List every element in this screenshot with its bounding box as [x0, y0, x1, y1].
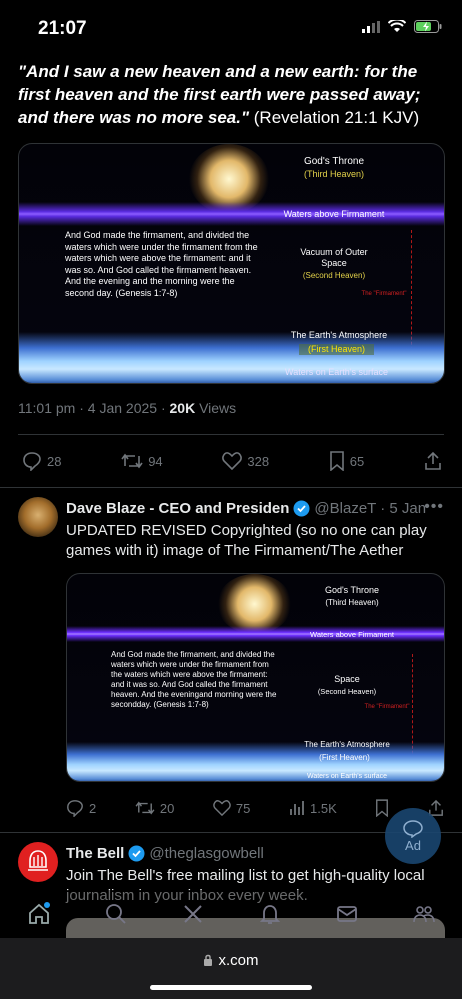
- repost-icon: [121, 453, 143, 469]
- url-text: x.com: [218, 952, 259, 969]
- firmament-image[interactable]: God's Throne (Third Heaven) Waters above…: [18, 143, 445, 384]
- reply-icon: [67, 800, 83, 817]
- the-firmament-label: The "Firmament": [364, 704, 410, 710]
- waters-surface-label: Waters on Earth's surface: [285, 367, 388, 377]
- author-handle[interactable]: @theglasgowbell: [149, 845, 263, 862]
- quote-reference: (Revelation 21:1 KJV): [253, 108, 420, 127]
- wifi-icon: [388, 20, 406, 32]
- share-button[interactable]: [424, 451, 442, 471]
- divider: [0, 487, 462, 488]
- grok-icon[interactable]: [181, 902, 205, 926]
- bell-logo-icon: [28, 850, 48, 871]
- reply-button[interactable]: 28: [22, 451, 61, 471]
- third-heaven-label: (Third Heaven): [325, 598, 379, 607]
- waters-above-label: Waters above Firmament: [283, 209, 385, 219]
- atmosphere-label: The Earth's Atmosphere: [304, 740, 390, 749]
- url-display[interactable]: x.com: [0, 952, 462, 969]
- reply-icon: [23, 452, 41, 471]
- tweet-quote-text: "And I saw a new heaven and a new earth:…: [18, 60, 448, 129]
- divider: [18, 434, 444, 435]
- status-time: 21:07: [38, 18, 87, 39]
- bookmark-icon: [329, 451, 344, 471]
- like-button[interactable]: 75: [213, 800, 250, 816]
- browser-url-bar[interactable]: x.com: [0, 938, 462, 999]
- throne-glow: [217, 574, 292, 634]
- chat-bubble-icon: [403, 819, 423, 838]
- verified-badge-icon: [128, 845, 145, 862]
- status-icons: [362, 20, 442, 33]
- tweet-header: The Bell @theglasgowbell: [66, 845, 264, 862]
- waters-above-label: Waters above Firmament: [310, 630, 394, 639]
- ad-bubble[interactable]: Ad: [385, 808, 441, 864]
- bookmark-count: 65: [349, 453, 365, 469]
- verified-badge-icon: [293, 500, 310, 517]
- repost-count: 94: [148, 453, 163, 469]
- like-button[interactable]: 328: [222, 452, 269, 470]
- tweet-actions: 2 20 75 1.5K: [66, 799, 444, 817]
- author-name[interactable]: The Bell: [66, 845, 124, 862]
- bookmark-button[interactable]: 65: [329, 451, 364, 471]
- bookmark-icon: [376, 799, 389, 817]
- messages-icon[interactable]: [335, 902, 359, 926]
- repost-button[interactable]: 20: [135, 800, 174, 816]
- notifications-icon[interactable]: [258, 902, 282, 926]
- heart-icon: [222, 452, 243, 470]
- like-count: 75: [235, 800, 251, 816]
- first-heaven-label: (First Heaven): [299, 344, 374, 355]
- views-button[interactable]: 1.5K: [289, 800, 337, 816]
- cellular-signal-icon: [362, 20, 380, 33]
- share-icon: [425, 451, 441, 470]
- repost-icon: [135, 801, 155, 815]
- repost-count: 20: [159, 800, 175, 816]
- waters-surface-label: Waters on Earth's surface: [306, 773, 388, 780]
- vacuum-label: Vacuum of Outer Space: [300, 247, 368, 268]
- firmament-image[interactable]: God's Throne (Third Heaven) Waters above…: [66, 573, 445, 782]
- reply-button[interactable]: 2: [66, 799, 96, 817]
- second-heaven-label: (Second Heaven): [302, 271, 366, 280]
- tweet-actions: 28 94 328 65: [22, 451, 442, 471]
- gods-throne-label: God's Throne: [324, 585, 380, 595]
- home-icon[interactable]: [27, 902, 51, 926]
- views-count: 1.5K: [310, 800, 337, 816]
- ad-label: Ad: [405, 837, 421, 853]
- tweet-timestamp: 11:01 pm · 4 Jan 2025 · 20K Views: [18, 400, 236, 416]
- the-firmament-label: The "Firmament": [361, 291, 407, 297]
- author-handle[interactable]: @BlazeT · 5 Jan: [314, 500, 426, 517]
- heart-icon: [213, 800, 231, 816]
- reply-count: 28: [47, 453, 62, 469]
- battery-charging-icon: [414, 20, 442, 33]
- genesis-quote: And God made the firmament, and divided …: [111, 650, 277, 709]
- communities-icon[interactable]: [412, 902, 436, 926]
- like-count: 328: [247, 453, 270, 469]
- timestamp-text: 11:01 pm · 4 Jan 2025 ·: [18, 400, 170, 416]
- bookmark-button[interactable]: [375, 799, 389, 817]
- more-options-button[interactable]: •••: [424, 498, 444, 516]
- status-bar: 21:07: [0, 0, 462, 58]
- repost-button[interactable]: 94: [121, 452, 163, 470]
- second-heaven-label: (Second Heaven): [317, 687, 377, 696]
- reply-count: 2: [89, 800, 97, 816]
- avatar[interactable]: [18, 842, 58, 882]
- lock-icon: [204, 954, 213, 966]
- space-label: Space: [334, 674, 360, 684]
- views-count: 20K: [169, 400, 196, 416]
- gods-throne-label: God's Throne: [303, 156, 365, 167]
- home-indicator[interactable]: [150, 985, 312, 990]
- atmosphere-label: The Earth's Atmosphere: [290, 330, 388, 340]
- bottom-nav: [0, 890, 462, 938]
- author-name[interactable]: Dave Blaze - CEO and Presiden: [66, 500, 289, 517]
- views-label: Views: [195, 400, 237, 416]
- avatar[interactable]: [18, 497, 58, 537]
- genesis-quote: And God made the firmament, and divided …: [65, 230, 258, 298]
- analytics-icon: [290, 801, 304, 815]
- third-heaven-label: (Third Heaven): [303, 169, 365, 179]
- search-icon[interactable]: [104, 902, 128, 926]
- tweet-header: Dave Blaze - CEO and Presiden @BlazeT · …: [66, 500, 426, 517]
- first-heaven-label: (First Heaven): [319, 753, 370, 762]
- tweet-text: UPDATED REVISED Copyrighted (so no one c…: [66, 522, 427, 559]
